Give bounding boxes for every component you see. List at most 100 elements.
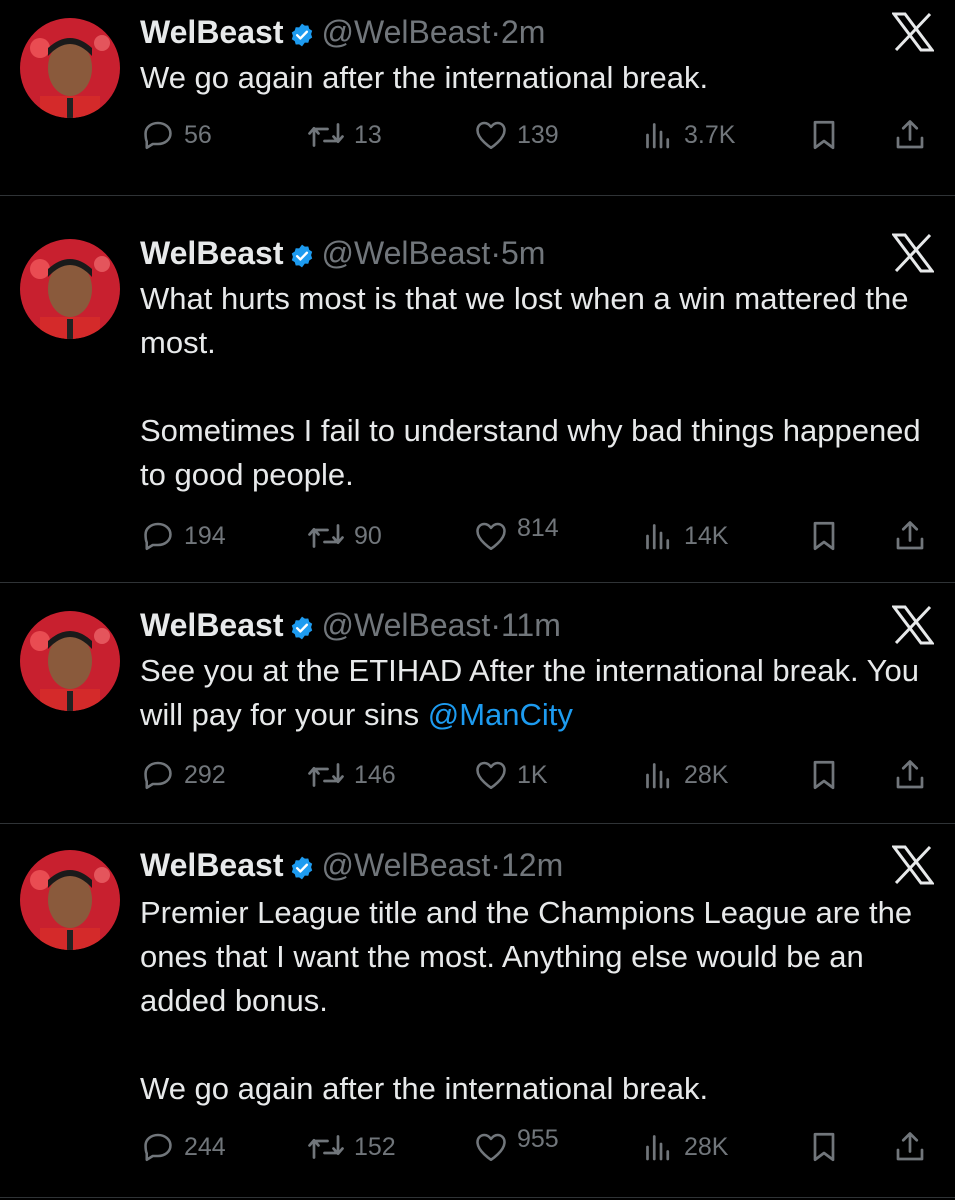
heart-icon: [473, 757, 509, 793]
retweet-arrows-icon: [306, 1129, 346, 1165]
bar-chart-icon: [640, 117, 676, 153]
share-upload-icon: [892, 518, 928, 554]
views-button[interactable]: 28K: [640, 1127, 728, 1167]
x-logo-icon: [891, 12, 935, 52]
tweet-paragraph: See you at the ETIHAD After the internat…: [140, 649, 930, 737]
reply-button[interactable]: 194: [140, 516, 226, 556]
like-button[interactable]: 955: [473, 1126, 559, 1167]
retweet-button[interactable]: 146: [306, 755, 396, 795]
views-button[interactable]: 3.7K: [640, 115, 735, 155]
tweet-actions: 292 146 1K 28K: [140, 755, 935, 795]
like-count: 139: [517, 120, 559, 149]
like-button[interactable]: 814: [473, 515, 559, 556]
views-count: 28K: [684, 760, 729, 789]
separator: ·: [490, 235, 501, 271]
verified-badge-icon: [289, 610, 315, 650]
display-name[interactable]: WelBeast: [140, 847, 283, 883]
bookmark-button[interactable]: [806, 115, 842, 155]
reply-button[interactable]: 292: [140, 755, 226, 795]
like-button[interactable]: 1K: [473, 755, 548, 795]
bookmark-icon: [806, 1129, 842, 1165]
retweet-button[interactable]: 152: [306, 1127, 396, 1167]
bookmark-button[interactable]: [806, 516, 842, 556]
verified-badge-icon: [289, 17, 315, 57]
tweet-header: WelBeast @WelBeast·11m: [140, 605, 561, 650]
heart-icon: [473, 117, 509, 153]
verified-badge-icon: [289, 850, 315, 890]
handle[interactable]: @WelBeast: [321, 847, 490, 883]
timestamp[interactable]: 12m: [501, 847, 563, 883]
reply-button[interactable]: 56: [140, 115, 212, 155]
tweet[interactable]: WelBeast @WelBeast·2m We go again after t…: [0, 0, 955, 195]
display-name[interactable]: WelBeast: [140, 235, 283, 271]
tweet-text: We go again after the international brea…: [140, 56, 930, 100]
retweet-count: 152: [354, 1132, 396, 1161]
verified-badge-icon: [289, 238, 315, 278]
retweet-count: 146: [354, 760, 396, 789]
tweet-paragraph: What hurts most is that we lost when a w…: [140, 281, 909, 360]
tweet-actions: 194 90 814 14K: [140, 515, 935, 556]
retweet-count: 13: [354, 120, 382, 149]
views-count: 14K: [684, 521, 729, 550]
retweet-button[interactable]: 13: [306, 115, 382, 155]
views-count: 3.7K: [684, 120, 736, 149]
tweet[interactable]: WelBeast @WelBeast·12m Premier League tit…: [0, 824, 955, 1200]
x-logo-icon: [891, 845, 935, 885]
like-count: 1K: [517, 760, 548, 789]
bar-chart-icon: [640, 1129, 676, 1165]
retweet-arrows-icon: [306, 757, 346, 793]
tweet-header: WelBeast @WelBeast·12m: [140, 845, 563, 890]
mention-link[interactable]: @ManCity: [428, 697, 573, 732]
tweet-text: Premier League title and the Champions L…: [140, 891, 930, 1111]
tweet-header: WelBeast @WelBeast·2m: [140, 12, 545, 57]
views-button[interactable]: 28K: [640, 755, 728, 795]
bar-chart-icon: [640, 757, 676, 793]
retweet-arrows-icon: [306, 117, 346, 153]
share-upload-icon: [892, 1129, 928, 1165]
tweet-actions: 244 152 955 28K: [140, 1126, 935, 1167]
bar-chart-icon: [640, 518, 676, 554]
handle[interactable]: @WelBeast: [321, 235, 490, 271]
avatar[interactable]: [20, 18, 120, 118]
avatar[interactable]: [20, 611, 120, 711]
like-count: 814: [517, 515, 559, 541]
separator: ·: [490, 607, 501, 643]
display-name[interactable]: WelBeast: [140, 607, 283, 643]
speech-bubble-icon: [140, 1129, 176, 1165]
x-logo-icon: [891, 233, 935, 273]
views-button[interactable]: 14K: [640, 516, 728, 556]
tweet-paragraph: We go again after the international brea…: [140, 1071, 709, 1106]
reply-button[interactable]: 244: [140, 1127, 226, 1167]
share-upload-icon: [892, 117, 928, 153]
separator: ·: [490, 14, 501, 50]
tweet[interactable]: WelBeast @WelBeast·11m See you at the ETI…: [0, 583, 955, 823]
bookmark-button[interactable]: [806, 1127, 842, 1167]
handle[interactable]: @WelBeast: [321, 14, 490, 50]
tweet-paragraph: We go again after the international brea…: [140, 60, 709, 95]
speech-bubble-icon: [140, 117, 176, 153]
bookmark-icon: [806, 757, 842, 793]
avatar[interactable]: [20, 850, 120, 950]
share-button[interactable]: [892, 1127, 928, 1167]
bookmark-button[interactable]: [806, 755, 842, 795]
share-button[interactable]: [892, 516, 928, 556]
like-count: 955: [517, 1126, 559, 1152]
handle[interactable]: @WelBeast: [321, 607, 490, 643]
heart-icon: [473, 1129, 509, 1165]
timestamp[interactable]: 2m: [501, 14, 545, 50]
bookmark-icon: [806, 518, 842, 554]
share-button[interactable]: [892, 755, 928, 795]
share-button[interactable]: [892, 115, 928, 155]
tweet-text: See you at the ETIHAD After the internat…: [140, 649, 930, 737]
tweet[interactable]: WelBeast @WelBeast·5m What hurts most is …: [0, 196, 955, 582]
tweet-paragraph: Sometimes I fail to understand why bad t…: [140, 413, 921, 492]
reply-count: 244: [184, 1132, 226, 1161]
timestamp[interactable]: 11m: [501, 607, 561, 643]
heart-icon: [473, 518, 509, 554]
retweet-button[interactable]: 90: [306, 516, 382, 556]
timestamp[interactable]: 5m: [501, 235, 545, 271]
display-name[interactable]: WelBeast: [140, 14, 283, 50]
tweet-actions: 56 13 139 3.7K: [140, 115, 935, 155]
avatar[interactable]: [20, 239, 120, 339]
like-button[interactable]: 139: [473, 115, 559, 155]
